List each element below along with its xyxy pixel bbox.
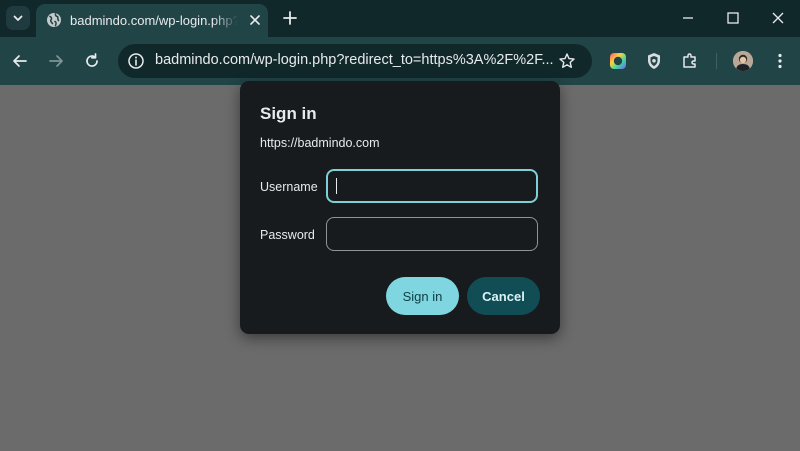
site-info-icon[interactable] [126, 51, 146, 71]
tab-strip: badmindo.com/wp-login.php?redirect_to [0, 0, 800, 37]
sign-in-dialog: Sign in https://badmindo.com Username Pa… [240, 81, 560, 334]
toolbar-divider [716, 53, 717, 69]
url-text: badmindo.com/wp-login.php?redirect_to=ht… [155, 52, 554, 68]
profile-avatar[interactable] [733, 51, 753, 71]
password-label: Password [260, 228, 315, 242]
cancel-button[interactable]: Cancel [467, 277, 540, 315]
forward-arrow-icon[interactable] [46, 51, 66, 71]
close-icon[interactable] [248, 13, 262, 27]
username-label: Username [260, 180, 318, 194]
dialog-origin: https://badmindo.com [260, 136, 380, 150]
maximize-icon[interactable] [724, 9, 742, 27]
tab-title: badmindo.com/wp-login.php?redirect_to [70, 13, 238, 28]
reload-icon[interactable] [82, 51, 102, 71]
color-ring-extension-icon[interactable] [608, 51, 628, 71]
dialog-title: Sign in [260, 104, 317, 123]
username-input[interactable] [326, 169, 538, 203]
minimize-icon[interactable] [679, 9, 697, 27]
bookmark-star-icon[interactable] [558, 52, 576, 70]
text-caret [336, 178, 337, 194]
address-bar[interactable]: badmindo.com/wp-login.php?redirect_to=ht… [118, 44, 592, 78]
avatar-icon [733, 51, 753, 71]
password-input[interactable] [326, 217, 538, 251]
tab-search-button[interactable] [6, 6, 30, 30]
extensions-puzzle-icon[interactable] [680, 51, 700, 71]
shield-extension-icon[interactable] [644, 51, 664, 71]
back-arrow-icon[interactable] [10, 51, 30, 71]
globe-icon [47, 13, 61, 27]
window-close-icon[interactable] [769, 9, 787, 27]
chevron-down-icon [13, 15, 23, 21]
browser-tab[interactable]: badmindo.com/wp-login.php?redirect_to [36, 4, 268, 37]
new-tab-plus-icon[interactable] [281, 9, 299, 27]
sign-in-button[interactable]: Sign in [386, 277, 459, 315]
more-vertical-icon[interactable] [770, 51, 790, 71]
